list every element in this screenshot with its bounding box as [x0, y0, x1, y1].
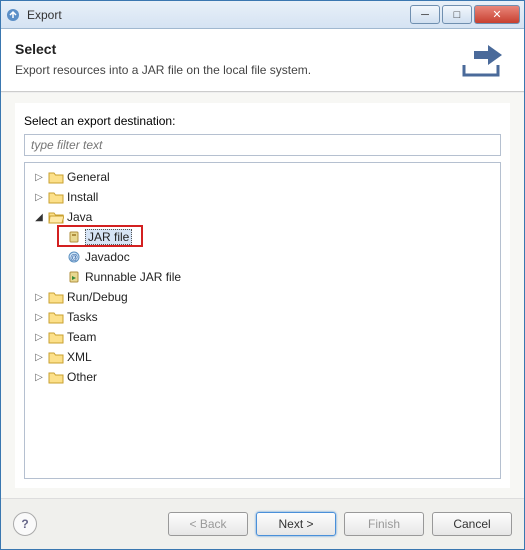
window-title: Export — [27, 8, 410, 22]
destination-label: Select an export destination: — [24, 114, 501, 128]
chevron-down-icon: ◢ — [33, 212, 45, 223]
chevron-right-icon: ▷ — [33, 352, 45, 363]
tree-item-xml[interactable]: ▷ XML — [27, 347, 498, 367]
export-app-icon — [5, 7, 21, 23]
chevron-right-icon: ▷ — [33, 192, 45, 203]
tree-item-install[interactable]: ▷ Install — [27, 187, 498, 207]
chevron-right-icon: ▷ — [33, 312, 45, 323]
svg-text:@: @ — [70, 253, 78, 262]
maximize-button[interactable]: □ — [442, 5, 472, 24]
destination-tree[interactable]: ▷ General ▷ Install ◢ Java JAR file @ — [24, 162, 501, 479]
tree-item-other[interactable]: ▷ Other — [27, 367, 498, 387]
chevron-right-icon: ▷ — [33, 372, 45, 383]
back-button[interactable]: < Back — [168, 512, 248, 536]
chevron-right-icon: ▷ — [33, 292, 45, 303]
wizard-header: Select Export resources into a JAR file … — [1, 29, 524, 92]
tree-item-team[interactable]: ▷ Team — [27, 327, 498, 347]
minimize-button[interactable]: ─ — [410, 5, 440, 24]
titlebar: Export ─ □ ✕ — [1, 1, 524, 29]
tree-item-javadoc[interactable]: @ Javadoc — [27, 247, 498, 267]
folder-icon — [48, 329, 64, 345]
chevron-right-icon: ▷ — [33, 172, 45, 183]
chevron-right-icon: ▷ — [33, 332, 45, 343]
folder-icon — [48, 349, 64, 365]
page-title: Select — [15, 41, 452, 57]
tree-item-jar-file[interactable]: JAR file — [27, 227, 498, 247]
folder-open-icon — [48, 209, 64, 225]
next-button[interactable]: Next > — [256, 512, 336, 536]
tree-item-rundebug[interactable]: ▷ Run/Debug — [27, 287, 498, 307]
folder-icon — [48, 309, 64, 325]
tree-item-tasks[interactable]: ▷ Tasks — [27, 307, 498, 327]
tree-item-runnable-jar[interactable]: Runnable JAR file — [27, 267, 498, 287]
close-button[interactable]: ✕ — [474, 5, 520, 24]
runnable-jar-icon — [66, 269, 82, 285]
jar-icon — [66, 229, 82, 245]
tree-item-general[interactable]: ▷ General — [27, 167, 498, 187]
folder-icon — [48, 169, 64, 185]
folder-icon — [48, 189, 64, 205]
tree-item-java[interactable]: ◢ Java — [27, 207, 498, 227]
finish-button[interactable]: Finish — [344, 512, 424, 536]
filter-input[interactable] — [24, 134, 501, 156]
wizard-footer: ? < Back Next > Finish Cancel — [1, 499, 524, 549]
page-description: Export resources into a JAR file on the … — [15, 63, 452, 77]
cancel-button[interactable]: Cancel — [432, 512, 512, 536]
folder-icon — [48, 369, 64, 385]
help-button[interactable]: ? — [13, 512, 37, 536]
folder-icon — [48, 289, 64, 305]
export-banner-icon — [460, 41, 504, 81]
javadoc-icon: @ — [66, 249, 82, 265]
